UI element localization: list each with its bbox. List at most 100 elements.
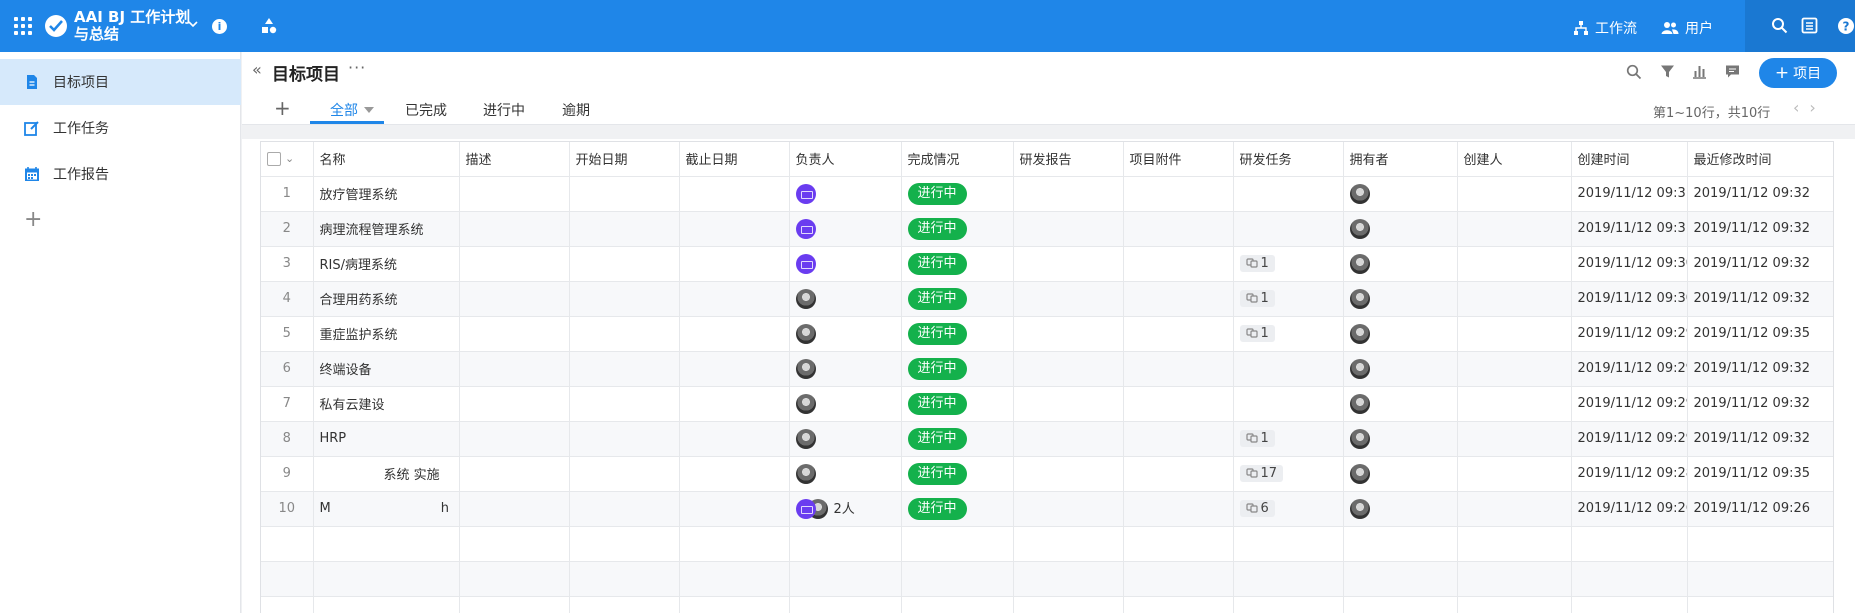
column-header[interactable]: 项目附件: [1123, 142, 1234, 177]
cell-created-time[interactable]: 2019/11/12 09:28: [1571, 456, 1688, 492]
cell-tasks[interactable]: 6: [1233, 491, 1344, 527]
subtask-badge[interactable]: 6: [1239, 499, 1275, 517]
cell-name[interactable]: Mh: [313, 491, 460, 527]
cell-description[interactable]: [459, 386, 570, 422]
sidebar-item-work-reports[interactable]: 工作报告: [0, 151, 241, 197]
cell-due-date[interactable]: [679, 386, 790, 422]
cell-due-date[interactable]: [679, 316, 790, 352]
cell-name[interactable]: 私有云建设: [313, 386, 460, 422]
add-view-button[interactable]: +: [274, 96, 291, 120]
column-header[interactable]: 最近修改时间: [1687, 142, 1833, 177]
cell-due-date[interactable]: [679, 246, 790, 282]
table-row[interactable]: 4 合理用药系统 进行中 1 2019/11/12 09:30 2019/11/12 09…: [261, 281, 1833, 317]
row-number[interactable]: 6: [261, 351, 314, 387]
subtask-badge[interactable]: 1: [1239, 289, 1275, 307]
cell-status[interactable]: 进行中: [901, 316, 1014, 352]
cell-assignee[interactable]: [789, 176, 902, 212]
cell-tasks[interactable]: 17: [1233, 456, 1344, 492]
cell-creator[interactable]: [1457, 246, 1572, 282]
chart-icon[interactable]: [1692, 64, 1707, 79]
cell-owner[interactable]: [1343, 491, 1458, 527]
table-row[interactable]: 6 终端设备 进行中 2019/11/12 09:29 2019/11/12 09:32: [261, 351, 1833, 387]
table-row[interactable]: 10 Mh 2人 进行中 6 2019/11/12 09:26 2019/11/12 09:…: [261, 491, 1833, 527]
cell-created-time[interactable]: 2019/11/12 09:29: [1571, 316, 1688, 352]
cell-status[interactable]: 进行中: [901, 421, 1014, 457]
table-row[interactable]: 2 病理流程管理系统 进行中 2019/11/12 09:31 2019/11/12 0…: [261, 211, 1833, 247]
cell-assignee[interactable]: [789, 246, 902, 282]
subtask-badge[interactable]: 17: [1239, 464, 1284, 482]
cell-start-date[interactable]: [569, 316, 680, 352]
cell-attachment[interactable]: [1123, 421, 1234, 457]
cell-report[interactable]: [1013, 316, 1124, 352]
cell-modified-time[interactable]: 2019/11/12 09:32: [1687, 421, 1833, 457]
search-icon[interactable]: [1771, 17, 1788, 34]
cell-created-time[interactable]: 2019/11/12 09:30: [1571, 246, 1688, 282]
cell-owner[interactable]: [1343, 386, 1458, 422]
cell-description[interactable]: [459, 211, 570, 247]
chevron-down-icon[interactable]: [364, 107, 374, 113]
cell-report[interactable]: [1013, 246, 1124, 282]
cell-created-time[interactable]: 2019/11/12 09:31: [1571, 176, 1688, 212]
cell-start-date[interactable]: [569, 351, 680, 387]
cell-tasks[interactable]: 1: [1233, 281, 1344, 317]
column-header[interactable]: 拥有者: [1343, 142, 1458, 177]
filter-icon[interactable]: [1660, 64, 1675, 79]
cell-creator[interactable]: [1457, 281, 1572, 317]
cell-description[interactable]: [459, 421, 570, 457]
pager-arrows[interactable]: ‹›: [1793, 98, 1826, 117]
cell-description[interactable]: [459, 281, 570, 317]
column-header[interactable]: 截止日期: [679, 142, 790, 177]
sidebar-item-work-tasks[interactable]: 工作任务: [0, 105, 241, 151]
chevron-left-icon[interactable]: ‹: [1793, 98, 1809, 117]
table-row[interactable]: 3 RIS/病理系统 进行中 1 2019/11/12 09:30 2019/11/12 …: [261, 246, 1833, 282]
chevron-down-icon[interactable]: ⌄: [285, 152, 294, 165]
row-number[interactable]: 1: [261, 176, 314, 212]
cell-assignee[interactable]: [789, 386, 902, 422]
cell-report[interactable]: [1013, 176, 1124, 212]
shapes-icon[interactable]: [260, 17, 278, 35]
cell-name[interactable]: HRP: [313, 421, 460, 457]
cell-description[interactable]: [459, 316, 570, 352]
cell-created-time[interactable]: 2019/11/12 09:29: [1571, 351, 1688, 387]
cell-owner[interactable]: [1343, 211, 1458, 247]
cell-attachment[interactable]: [1123, 386, 1234, 422]
cell-due-date[interactable]: [679, 456, 790, 492]
row-number[interactable]: 7: [261, 386, 314, 422]
apps-grid-icon[interactable]: [14, 17, 32, 35]
subtask-badge[interactable]: 1: [1239, 254, 1275, 272]
cell-assignee[interactable]: [789, 211, 902, 247]
cell-name[interactable]: 病理流程管理系统: [313, 211, 460, 247]
row-number[interactable]: 4: [261, 281, 314, 317]
row-number[interactable]: 5: [261, 316, 314, 352]
cell-description[interactable]: [459, 246, 570, 282]
row-number[interactable]: 8: [261, 421, 314, 457]
cell-modified-time[interactable]: 2019/11/12 09:32: [1687, 351, 1833, 387]
cell-modified-time[interactable]: 2019/11/12 09:32: [1687, 211, 1833, 247]
row-number[interactable]: 3: [261, 246, 314, 282]
tab-completed[interactable]: 已完成: [405, 100, 447, 120]
help-icon[interactable]: ?: [1837, 17, 1855, 35]
cell-report[interactable]: [1013, 456, 1124, 492]
cell-report[interactable]: [1013, 211, 1124, 247]
cell-status[interactable]: 进行中: [901, 211, 1014, 247]
cell-assignee[interactable]: 2人: [789, 491, 902, 527]
cell-attachment[interactable]: [1123, 351, 1234, 387]
cell-status[interactable]: 进行中: [901, 386, 1014, 422]
cell-assignee[interactable]: [789, 316, 902, 352]
cell-modified-time[interactable]: 2019/11/12 09:32: [1687, 386, 1833, 422]
cell-due-date[interactable]: [679, 211, 790, 247]
cell-due-date[interactable]: [679, 176, 790, 212]
cell-creator[interactable]: [1457, 211, 1572, 247]
column-header[interactable]: 完成情况: [901, 142, 1014, 177]
cell-start-date[interactable]: [569, 421, 680, 457]
cell-owner[interactable]: [1343, 281, 1458, 317]
cell-report[interactable]: [1013, 491, 1124, 527]
info-icon[interactable]: i: [212, 19, 227, 34]
subtask-badge[interactable]: 1: [1239, 429, 1275, 447]
cell-assignee[interactable]: [789, 421, 902, 457]
cell-name[interactable]: 合理用药系统: [313, 281, 460, 317]
cell-tasks[interactable]: [1233, 386, 1344, 422]
cell-creator[interactable]: [1457, 351, 1572, 387]
cell-description[interactable]: [459, 456, 570, 492]
add-project-button[interactable]: + 项目: [1759, 58, 1837, 88]
